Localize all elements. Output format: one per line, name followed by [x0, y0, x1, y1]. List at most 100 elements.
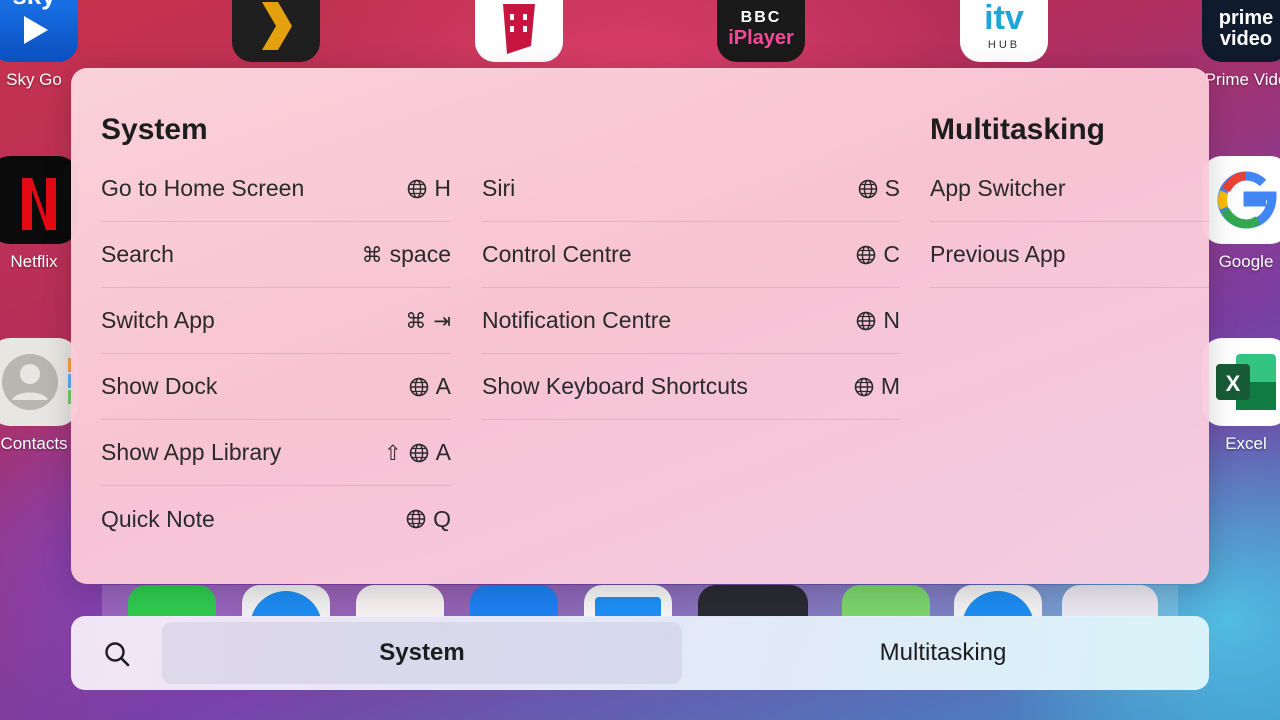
app-prime-video[interactable]: prime video Prime Vide — [1202, 0, 1280, 90]
command-key-icon: ⌘ — [405, 308, 427, 333]
shortcut-keys: N — [856, 307, 900, 334]
shortcut-label: Previous App — [930, 241, 1066, 267]
google-icon — [1202, 156, 1280, 244]
dock — [102, 585, 1178, 617]
prime-video-icon: prime video — [1202, 0, 1280, 62]
shortcut-keys: A — [409, 373, 451, 400]
key-label: A — [435, 373, 451, 399]
shortcut-label: Control Centre — [482, 241, 632, 267]
film-icon — [475, 0, 563, 62]
app-bbc-iplayer[interactable]: BBC iPlayer — [717, 0, 805, 62]
shortcut-label: Show Keyboard Shortcuts — [482, 373, 748, 399]
tab-key-icon: ⇥ — [433, 308, 451, 333]
tab-label: System — [379, 639, 465, 666]
safari-icon[interactable] — [242, 585, 330, 617]
shortcut-label: Quick Note — [101, 505, 215, 532]
bbc-tile-text: BBC — [740, 8, 782, 26]
shortcut-row-search[interactable]: Search ⌘ space — [101, 222, 451, 288]
section-title-multitasking: Multitasking — [930, 113, 1106, 146]
search-button[interactable] — [101, 638, 133, 670]
app-cinema[interactable] — [475, 0, 563, 62]
globe-icon — [857, 311, 876, 330]
shortcut-keys: ⌘ ⇥ — [405, 309, 451, 333]
shortcut-row-siri[interactable]: Siri S — [482, 156, 900, 222]
app-label-netflix: Netflix — [10, 252, 58, 271]
app-itv-hub[interactable]: itv HUB — [960, 0, 1048, 62]
maps-icon[interactable] — [842, 585, 930, 617]
shortcut-row-show-keyboard-shortcuts[interactable]: Show Keyboard Shortcuts M — [482, 354, 900, 420]
itv-hub-icon: itv HUB — [960, 0, 1048, 62]
bbc-iplayer-icon: BBC iPlayer — [717, 0, 805, 62]
category-tab-bar: System Multitasking — [71, 616, 1209, 690]
news-icon[interactable] — [356, 585, 444, 617]
video-tile-text: video — [1219, 28, 1273, 50]
folder-icon[interactable] — [1062, 585, 1158, 617]
sky-go-icon: sky — [0, 0, 78, 62]
hub-tile-text: HUB — [987, 39, 1021, 51]
app-contacts[interactable]: Contacts — [0, 338, 78, 454]
key-label: H — [434, 175, 451, 201]
app-plex[interactable] — [232, 0, 320, 62]
app-sky-go[interactable]: sky Sky Go — [0, 0, 78, 90]
key-label: N — [883, 307, 900, 333]
messages-icon[interactable] — [128, 585, 216, 617]
tab-system[interactable]: System — [162, 622, 682, 684]
tab-multitasking[interactable]: Multitasking — [683, 622, 1203, 684]
key-label: S — [884, 175, 900, 201]
svg-text:X: X — [1226, 371, 1241, 396]
key-label: C — [883, 241, 900, 267]
app-excel[interactable]: X Excel — [1202, 338, 1280, 454]
prime-tile-text: prime — [1218, 7, 1274, 29]
app-label-sky-go: Sky Go — [6, 70, 62, 89]
shortcut-keys: ⌘ space — [362, 241, 451, 268]
shortcut-keys: C — [856, 241, 900, 268]
globe-icon — [406, 509, 426, 529]
shortcut-keys: Q — [406, 506, 451, 533]
shortcuts-app-icon[interactable] — [698, 585, 808, 617]
globe-icon — [854, 377, 874, 396]
iplayer-tile-text: iPlayer — [728, 26, 794, 49]
key-label: space — [389, 241, 451, 267]
app-netflix[interactable]: Netflix — [0, 156, 78, 272]
key-label: M — [880, 373, 900, 399]
netflix-icon — [0, 156, 78, 244]
shortcut-keys: ⇧ A — [384, 439, 451, 466]
plex-icon — [232, 0, 320, 62]
shortcut-keys: M — [854, 373, 900, 400]
system-list-1: Go to Home Screen H Search ⌘ space Switc… — [101, 156, 451, 552]
safari-secondary-icon[interactable] — [954, 585, 1042, 617]
mail-icon[interactable] — [470, 585, 558, 617]
shortcut-label: Show Dock — [101, 373, 218, 399]
shortcut-row-control-centre[interactable]: Control Centre C — [482, 222, 900, 288]
files-icon[interactable] — [584, 585, 672, 617]
shortcut-row-quick-note[interactable]: Quick Note Q — [101, 486, 451, 552]
shortcut-label: Go to Home Screen — [101, 175, 305, 201]
shortcut-keys: S — [858, 175, 900, 202]
shortcut-label: Search — [101, 241, 174, 267]
app-google[interactable]: Google — [1202, 156, 1280, 272]
itv-tile-text: itv — [984, 0, 1024, 37]
shortcut-row-go-home[interactable]: Go to Home Screen H — [101, 156, 451, 222]
system-list-2: Siri S Control Centre C Notification Cen… — [482, 156, 900, 420]
globe-icon — [409, 443, 428, 462]
command-key-icon: ⌘ — [361, 242, 383, 267]
shortcut-label: Show App Library — [101, 439, 282, 465]
globe-icon — [409, 377, 428, 396]
key-label: A — [435, 439, 451, 465]
app-label-google: Google — [1218, 252, 1274, 271]
shortcut-label: Notification Centre — [482, 307, 672, 333]
contacts-icon — [0, 338, 78, 426]
svg-text:sky: sky — [12, 0, 56, 10]
shortcut-row-show-app-library[interactable]: Show App Library ⇧ A — [101, 420, 451, 486]
globe-icon — [857, 245, 876, 264]
shortcut-row-notification-centre[interactable]: Notification Centre N — [482, 288, 900, 354]
shortcut-row-show-dock[interactable]: Show Dock A — [101, 354, 451, 420]
globe-icon — [408, 179, 427, 198]
keyboard-shortcuts-panel: System Go to Home Screen H Search ⌘ spac… — [71, 68, 1209, 584]
shift-key-icon: ⇧ — [384, 440, 402, 465]
shortcut-row-switch-app[interactable]: Switch App ⌘ ⇥ — [101, 288, 451, 354]
shortcut-row-previous-app[interactable]: Previous App — [930, 222, 1209, 288]
shortcut-row-app-switcher[interactable]: App Switcher — [930, 156, 1209, 222]
section-title-system: System — [101, 113, 208, 146]
app-label-contacts: Contacts — [0, 434, 68, 453]
